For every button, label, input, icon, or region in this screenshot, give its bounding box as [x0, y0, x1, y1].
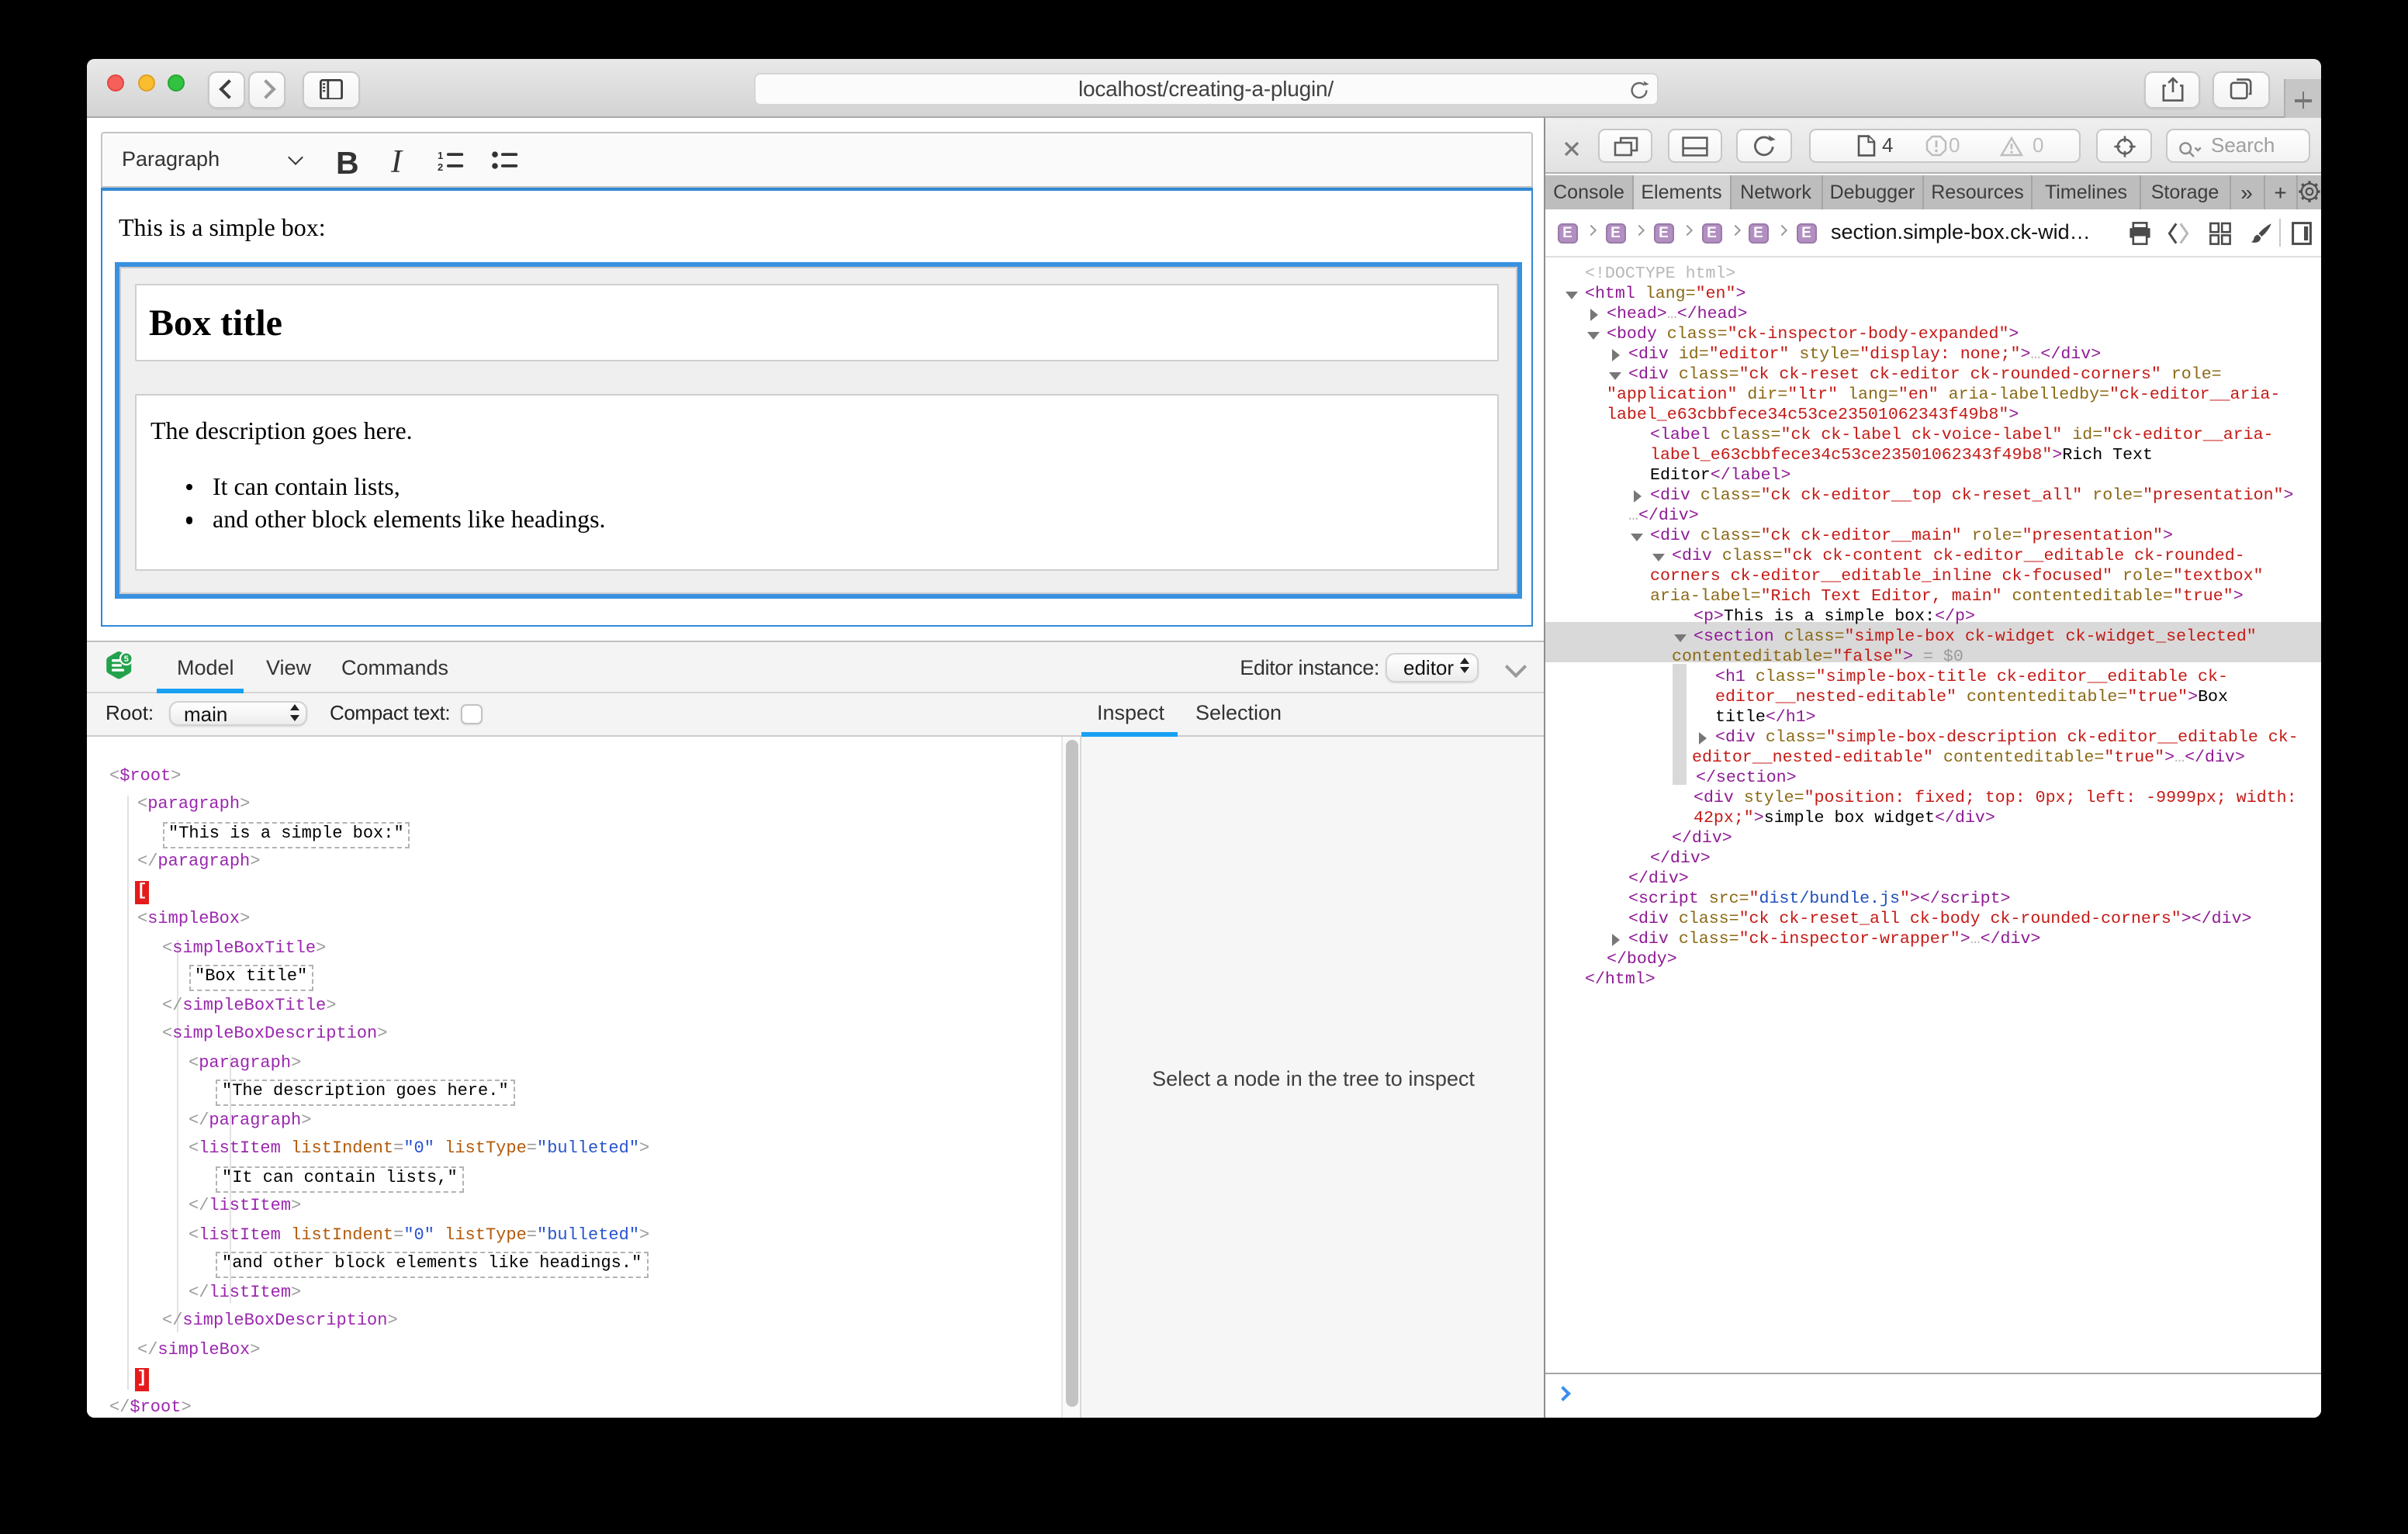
svg-text:2: 2	[437, 161, 442, 171]
svg-text:1: 1	[437, 150, 442, 161]
svg-text:5: 5	[124, 655, 129, 664]
